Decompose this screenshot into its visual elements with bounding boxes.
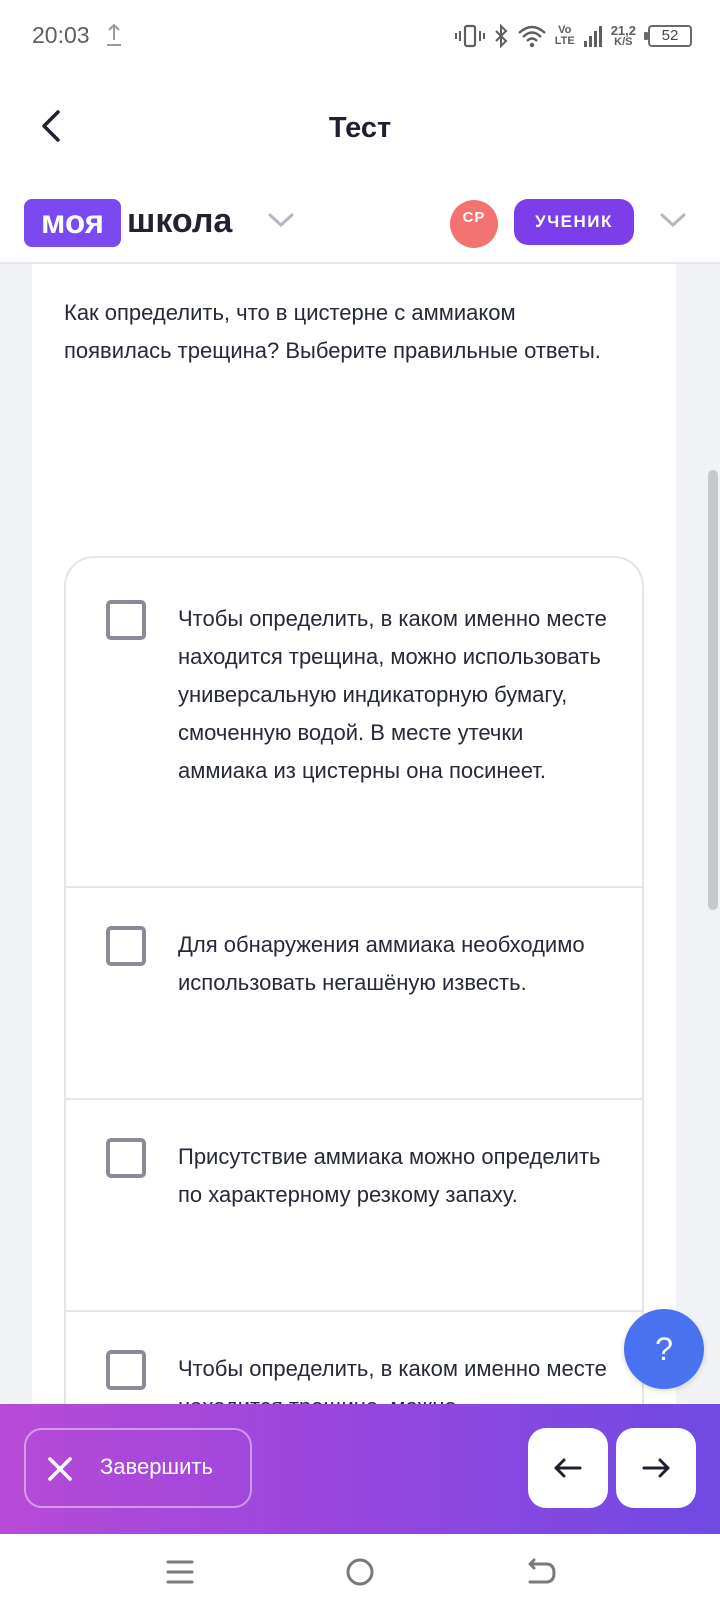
help-button[interactable]: ? (624, 1309, 704, 1389)
scrollbar[interactable] (708, 470, 718, 910)
status-icons: Vo LTE 21,2 K/S 52 (454, 20, 692, 52)
logo-moya[interactable]: моя (24, 199, 121, 247)
answer-checkbox[interactable] (106, 926, 146, 966)
volte-indicator: Vo LTE (555, 25, 575, 47)
chevron-down-icon[interactable] (266, 210, 296, 230)
wifi-icon (517, 25, 546, 48)
menu-icon[interactable] (162, 1554, 198, 1590)
answer-checkbox[interactable] (106, 1138, 146, 1178)
arrow-right-icon (642, 1458, 670, 1478)
upload-icon (107, 23, 121, 46)
answer-option[interactable]: Чтобы определить, в каком именно месте н… (66, 558, 642, 886)
answer-option[interactable]: Присутствие аммиака можно определить по … (66, 1098, 642, 1310)
app-header: Тест (0, 72, 720, 192)
question-text: Как определить, что в цистерне с аммиако… (64, 300, 601, 363)
next-button[interactable] (616, 1428, 696, 1508)
role-badge[interactable]: УЧЕНИК (514, 199, 634, 245)
net-speed-unit: K/S (614, 36, 633, 48)
answer-checkbox[interactable] (106, 600, 146, 640)
net-speed: 21,2 K/S (611, 24, 636, 48)
page-title: Тест (328, 112, 392, 144)
answer-text: Для обнаружения аммиака необходимо испол… (178, 932, 585, 995)
answer-text: Присутствие аммиака можно определить по … (178, 1144, 601, 1207)
answer-option[interactable]: Для обнаружения аммиака необходимо испол… (66, 886, 642, 1098)
previous-button[interactable] (528, 1428, 608, 1508)
finish-button[interactable]: Завершить (24, 1428, 252, 1508)
vibrate-icon (454, 24, 485, 48)
back-icon[interactable] (522, 1554, 558, 1590)
home-icon[interactable] (342, 1554, 378, 1590)
system-navigation-bar (0, 1534, 720, 1612)
status-time: 20:03 (32, 22, 90, 48)
logo-shkola[interactable]: школа (127, 199, 232, 247)
signal-icon (583, 26, 602, 47)
chevron-down-icon[interactable] (658, 210, 688, 230)
avatar[interactable]: СР (450, 200, 498, 248)
brand-bar: моя школа СР УЧЕНИК (0, 192, 720, 264)
finish-label: Завершить (100, 1454, 213, 1479)
battery-icon: 52 (644, 25, 692, 47)
answer-checkbox[interactable] (106, 1350, 146, 1390)
close-icon (48, 1457, 72, 1481)
bluetooth-icon (495, 23, 508, 49)
answer-options: Чтобы определить, в каком именно месте н… (64, 556, 644, 1456)
volte-lte: LTE (554, 35, 575, 47)
bottom-action-bar: Завершить (0, 1404, 720, 1534)
status-bar: 20:03 Vo LTE 21,2 K/S 52 (0, 0, 720, 72)
arrow-left-icon (554, 1458, 582, 1478)
answer-text: Чтобы определить, в каком именно месте н… (178, 606, 607, 783)
